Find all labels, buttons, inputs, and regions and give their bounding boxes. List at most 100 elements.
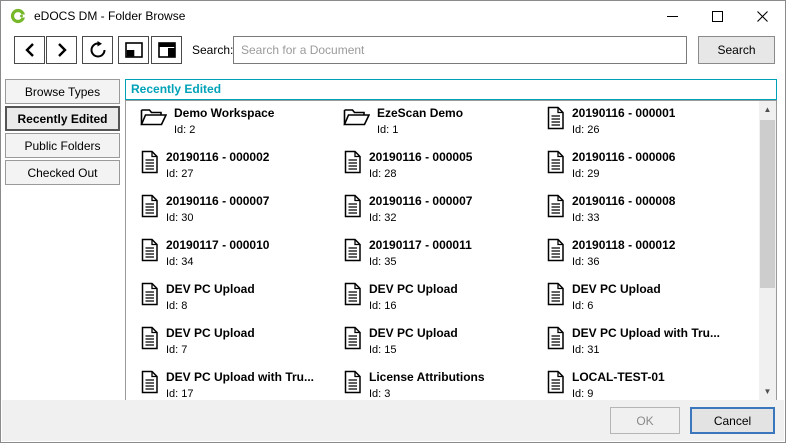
item-name: 20190116 - 000007 xyxy=(369,194,472,209)
item-name: EzeScan Demo xyxy=(377,106,463,121)
document-icon xyxy=(343,238,362,265)
list-item[interactable]: EzeScan Demo Id: 1 xyxy=(343,106,538,139)
list-header: Recently Edited xyxy=(125,79,777,100)
item-name: 20190116 - 000007 xyxy=(166,194,269,209)
minimize-button[interactable] xyxy=(650,1,695,31)
forward-button[interactable] xyxy=(46,36,77,64)
search-label: Search: xyxy=(192,43,233,57)
scroll-up-icon[interactable]: ▲ xyxy=(759,101,776,118)
list-item[interactable]: 20190116 - 000001 Id: 26 xyxy=(546,106,741,139)
list-item[interactable]: DEV PC Upload Id: 15 xyxy=(343,326,538,359)
scrollbar-thumb[interactable] xyxy=(760,120,775,288)
item-name: 20190116 - 000001 xyxy=(572,106,675,121)
item-id: Id: 8 xyxy=(166,300,255,313)
list-item[interactable]: 20190117 - 000010 Id: 34 xyxy=(140,238,335,271)
item-id: Id: 26 xyxy=(572,124,675,137)
item-name: 20190117 - 000010 xyxy=(166,238,269,253)
list-item[interactable]: DEV PC Upload with Tru... Id: 31 xyxy=(546,326,741,359)
item-id: Id: 16 xyxy=(369,300,458,313)
vertical-scrollbar[interactable]: ▲ ▼ xyxy=(759,101,776,400)
sidebar-item-recently-edited[interactable]: Recently Edited xyxy=(5,106,120,131)
list-item[interactable]: 20190117 - 000011 Id: 35 xyxy=(343,238,538,271)
window-split-bottom-left-button[interactable] xyxy=(118,36,149,64)
item-id: Id: 28 xyxy=(369,168,472,181)
search-input[interactable] xyxy=(233,36,687,64)
document-icon xyxy=(343,370,362,397)
list-item[interactable]: 20190116 - 000005 Id: 28 xyxy=(343,150,538,183)
document-icon xyxy=(343,150,362,177)
ok-button[interactable]: OK xyxy=(610,407,680,434)
chevron-right-icon xyxy=(55,42,69,58)
item-id: Id: 6 xyxy=(572,300,661,313)
item-name: 20190116 - 000006 xyxy=(572,150,675,165)
list-item[interactable]: 20190116 - 000008 Id: 33 xyxy=(546,194,741,227)
item-name: DEV PC Upload xyxy=(572,282,661,297)
item-text: 20190116 - 000008 Id: 33 xyxy=(572,194,675,225)
document-icon xyxy=(140,194,159,221)
item-text: 20190116 - 000006 Id: 29 xyxy=(572,150,675,181)
item-text: DEV PC Upload Id: 15 xyxy=(369,326,458,357)
close-icon xyxy=(757,11,768,22)
document-icon xyxy=(140,282,159,309)
back-button[interactable] xyxy=(14,36,45,64)
item-id: Id: 15 xyxy=(369,344,458,357)
item-name: License Attributions xyxy=(369,370,485,385)
item-text: 20190116 - 000002 Id: 27 xyxy=(166,150,269,181)
document-icon xyxy=(546,150,565,177)
list-item[interactable]: Demo Workspace Id: 2 xyxy=(140,106,335,139)
toolbar: Search: Search xyxy=(1,36,785,65)
footer: OK Cancel xyxy=(2,400,784,441)
refresh-icon xyxy=(89,41,107,59)
item-id: Id: 1 xyxy=(377,124,463,137)
window-split-right-button[interactable] xyxy=(151,36,182,64)
item-text: DEV PC Upload Id: 6 xyxy=(572,282,661,313)
item-grid: Demo Workspace Id: 2 EzeScan Demo Id: 1 xyxy=(140,106,752,401)
list-item[interactable]: DEV PC Upload Id: 16 xyxy=(343,282,538,315)
item-id: Id: 35 xyxy=(369,256,472,269)
list-item[interactable]: 20190116 - 000007 Id: 32 xyxy=(343,194,538,227)
item-name: Demo Workspace xyxy=(174,106,274,121)
item-id: Id: 33 xyxy=(572,212,675,225)
list-item[interactable]: 20190116 - 000006 Id: 29 xyxy=(546,150,741,183)
document-icon xyxy=(140,150,159,177)
document-icon xyxy=(140,370,159,397)
refresh-button[interactable] xyxy=(82,36,113,64)
maximize-button[interactable] xyxy=(695,1,740,31)
item-text: 20190116 - 000001 Id: 26 xyxy=(572,106,675,137)
search-button[interactable]: Search xyxy=(698,36,775,64)
close-button[interactable] xyxy=(740,1,785,31)
list-item[interactable]: LOCAL-TEST-01 Id: 9 xyxy=(546,370,741,401)
scroll-down-icon[interactable]: ▼ xyxy=(759,383,776,400)
list-item[interactable]: 20190116 - 000007 Id: 30 xyxy=(140,194,335,227)
document-icon xyxy=(546,106,565,133)
item-text: 20190116 - 000007 Id: 32 xyxy=(369,194,472,225)
item-text: 20190118 - 000012 Id: 36 xyxy=(572,238,675,269)
list-item[interactable]: DEV PC Upload Id: 7 xyxy=(140,326,335,359)
cancel-button[interactable]: Cancel xyxy=(690,407,775,434)
sidebar-item-public-folders[interactable]: Public Folders xyxy=(5,133,120,158)
document-icon xyxy=(546,238,565,265)
item-text: License Attributions Id: 3 xyxy=(369,370,485,401)
sidebar-item-browse-types[interactable]: Browse Types xyxy=(5,79,120,104)
item-text: 20190116 - 000007 Id: 30 xyxy=(166,194,269,225)
document-icon xyxy=(546,282,565,309)
sidebar-item-checked-out[interactable]: Checked Out xyxy=(5,160,120,185)
item-text: 20190117 - 000010 Id: 34 xyxy=(166,238,269,269)
item-text: Demo Workspace Id: 2 xyxy=(174,106,274,137)
item-text: EzeScan Demo Id: 1 xyxy=(377,106,463,137)
window-controls xyxy=(650,1,785,31)
item-name: DEV PC Upload xyxy=(166,282,255,297)
list-item[interactable]: 20190118 - 000012 Id: 36 xyxy=(546,238,741,271)
maximize-icon xyxy=(712,11,723,22)
item-text: DEV PC Upload with Tru... Id: 17 xyxy=(166,370,314,401)
list-item[interactable]: License Attributions Id: 3 xyxy=(343,370,538,401)
item-id: Id: 7 xyxy=(166,344,255,357)
item-text: LOCAL-TEST-01 Id: 9 xyxy=(572,370,665,401)
list-item[interactable]: DEV PC Upload Id: 8 xyxy=(140,282,335,315)
item-name: 20190116 - 000008 xyxy=(572,194,675,209)
list-item[interactable]: 20190116 - 000002 Id: 27 xyxy=(140,150,335,183)
list-item[interactable]: DEV PC Upload with Tru... Id: 17 xyxy=(140,370,335,401)
list-item[interactable]: DEV PC Upload Id: 6 xyxy=(546,282,741,315)
item-name: DEV PC Upload with Tru... xyxy=(572,326,720,341)
document-icon xyxy=(343,326,362,353)
